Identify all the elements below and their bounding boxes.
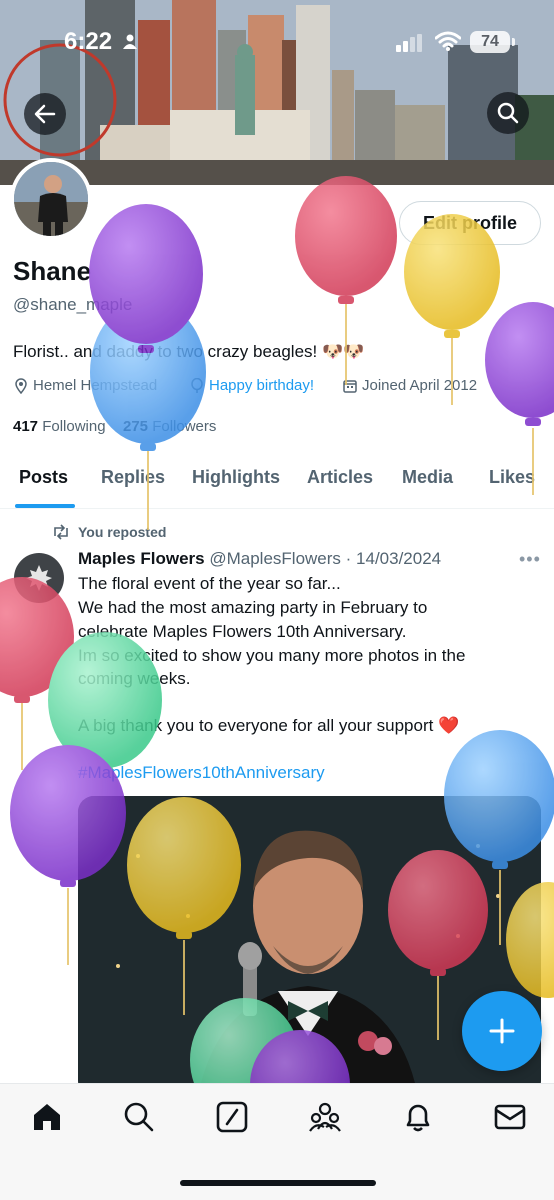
profile-avatar[interactable] [10, 158, 92, 240]
following-link[interactable]: 417 Following [13, 418, 106, 435]
calendar-icon [343, 379, 357, 393]
tab-highlights[interactable]: Highlights [192, 467, 280, 488]
cellular-signal-icon [396, 34, 422, 52]
back-arrow-icon [34, 104, 56, 124]
search-icon [497, 102, 519, 124]
battery-indicator: 74 [470, 31, 510, 53]
home-icon[interactable] [30, 1100, 64, 1134]
post-text-line: coming weeks. [78, 669, 191, 688]
profile-bio: Florist.. and daddy to two crazy beagles… [13, 342, 365, 361]
home-indicator [180, 1180, 376, 1186]
grok-icon[interactable] [215, 1100, 249, 1134]
tab-media[interactable]: Media [402, 467, 453, 488]
joined-text: Joined April 2012 [362, 377, 478, 394]
post-author-avatar[interactable] [14, 553, 64, 603]
tab-posts[interactable]: Posts [19, 467, 68, 488]
notifications-icon[interactable] [401, 1100, 435, 1134]
location-pin-icon [15, 377, 27, 394]
post-header: Maples Flowers @MaplesFlowers · 14/03/20… [78, 549, 441, 569]
wifi-icon [435, 31, 461, 51]
post-text-line: Im so excited to show you many more phot… [78, 646, 466, 665]
profile-birthday[interactable]: Happy birthday! [189, 377, 314, 394]
messages-icon[interactable] [493, 1100, 527, 1134]
post-text-line: The floral event of the year so far... [78, 574, 341, 593]
post-text-line: celebrate Maples Flowers 10th Anniversar… [78, 622, 407, 641]
tab-likes[interactable]: Likes [489, 467, 535, 488]
search-button[interactable] [487, 92, 529, 134]
followers-link[interactable]: 275 Followers [123, 418, 216, 435]
profile-tabs: Posts Replies Highlights Articles Media … [0, 455, 554, 509]
person-icon [123, 34, 137, 49]
compose-plus-icon [489, 1018, 515, 1044]
post-author-handle[interactable]: @MaplesFlowers [209, 549, 341, 568]
repost-icon [54, 524, 68, 540]
maple-leaf-icon [26, 565, 52, 591]
back-button[interactable] [24, 93, 66, 135]
post-text-line: A big thank you to everyone for all your… [78, 716, 460, 735]
followers-label: Followers [152, 418, 217, 435]
following-count: 417 [13, 418, 39, 435]
following-label: Following [42, 418, 106, 435]
post-hashtag[interactable]: #MaplesFlowers10thAnniversary [78, 763, 325, 783]
followers-count: 275 [123, 418, 149, 435]
post-more-options[interactable]: ••• [519, 549, 541, 570]
tab-articles[interactable]: Articles [307, 467, 373, 488]
explore-icon[interactable] [122, 1100, 156, 1134]
profile-handle: @shane_maple [13, 295, 133, 314]
balloon-icon [191, 377, 203, 393]
battery-tip [512, 38, 515, 46]
birthday-text: Happy birthday! [209, 377, 315, 394]
edit-profile-button[interactable]: Edit profile [399, 201, 541, 245]
profile-name: Shane [13, 256, 92, 286]
repost-label: You reposted [78, 524, 167, 540]
location-text: Hemel Hempstead [33, 377, 158, 394]
tab-replies[interactable]: Replies [101, 467, 165, 488]
post-author-name[interactable]: Maples Flowers [78, 549, 205, 568]
profile-location: Hemel Hempstead [13, 377, 157, 394]
active-tab-indicator [15, 504, 75, 508]
post-date: · 14/03/2024 [345, 549, 442, 568]
status-time: 6:22 [64, 28, 113, 55]
profile-joined: Joined April 2012 [342, 377, 477, 394]
communities-icon[interactable] [308, 1100, 342, 1134]
post-text-line: We had the most amazing party in Februar… [78, 598, 428, 617]
repost-indicator: You reposted [52, 524, 166, 540]
compose-button[interactable] [462, 991, 542, 1071]
